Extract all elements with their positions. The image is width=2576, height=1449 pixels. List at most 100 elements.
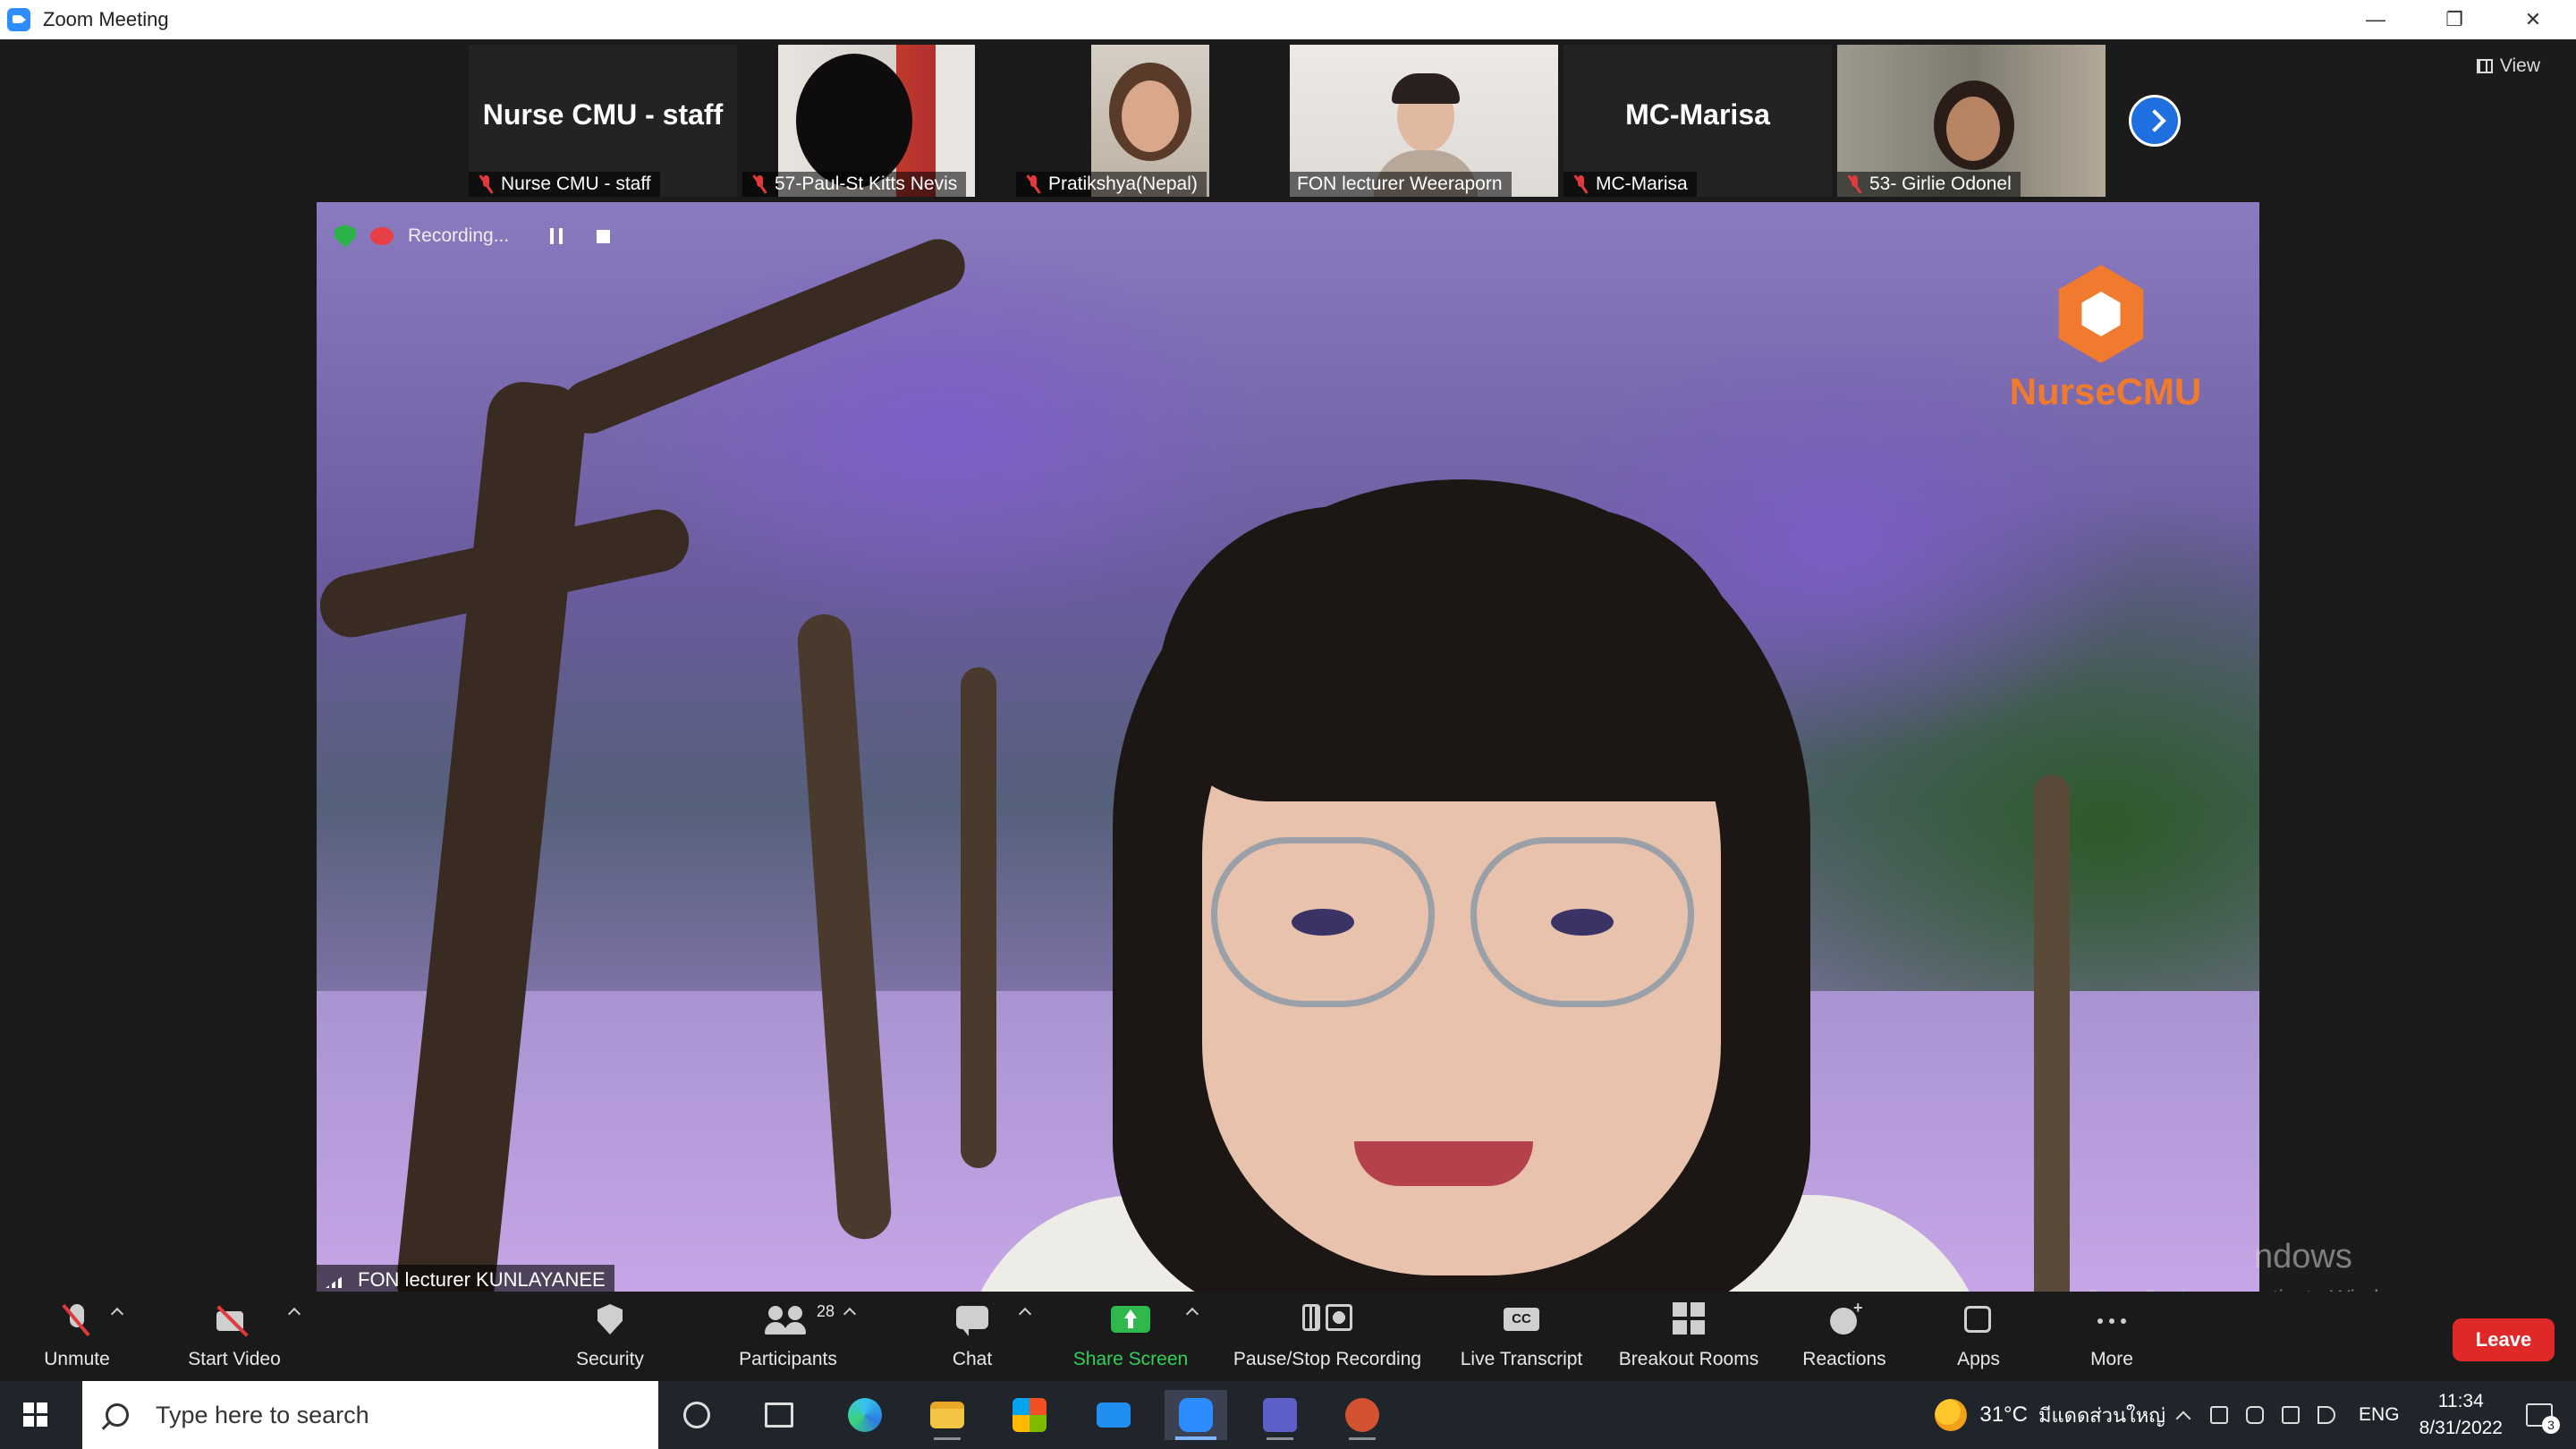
participant-nameplate: FON lecturer Weeraporn bbox=[1290, 172, 1512, 197]
chat-button[interactable]: Chat bbox=[941, 1302, 1032, 1374]
taskbar-clock[interactable]: 11:34 8/31/2022 bbox=[2419, 1388, 2503, 1442]
participants-icon: 28 bbox=[765, 1302, 857, 1342]
apps-label: Apps bbox=[1957, 1349, 2000, 1369]
more-dots-icon bbox=[2090, 1302, 2133, 1342]
apps-button[interactable]: Apps bbox=[1950, 1302, 2007, 1374]
minimize-button[interactable]: — bbox=[2334, 0, 2417, 39]
network-icon[interactable] bbox=[2282, 1406, 2301, 1424]
muted-microphone-icon bbox=[55, 1302, 124, 1342]
powerpoint-icon[interactable] bbox=[1331, 1390, 1394, 1440]
start-video-button[interactable]: Start Video bbox=[179, 1302, 301, 1374]
next-page-arrow-icon[interactable] bbox=[2129, 95, 2181, 147]
participants-label: Participants bbox=[739, 1349, 837, 1369]
live-transcript-label: Live Transcript bbox=[1460, 1349, 1583, 1369]
taskbar-search[interactable] bbox=[82, 1381, 658, 1449]
chat-bubble-icon bbox=[951, 1302, 1032, 1342]
participant-nameplate: 57-Paul-St Kitts Nevis bbox=[742, 172, 967, 197]
task-view-icon[interactable] bbox=[748, 1390, 810, 1440]
zoom-app-icon bbox=[7, 8, 30, 31]
reactions-button[interactable]: Reactions bbox=[1798, 1299, 1891, 1374]
participant-tile[interactable]: Pratikshya(Nepal) bbox=[1016, 45, 1284, 197]
participant-name: 53- Girlie Odonel bbox=[1869, 174, 2012, 194]
participants-count: 28 bbox=[817, 1302, 835, 1320]
recording-indicator: Recording... bbox=[335, 218, 611, 254]
volume-icon[interactable] bbox=[2318, 1406, 2336, 1424]
participant-nameplate: Nurse CMU - staff bbox=[469, 172, 660, 197]
video-off-icon bbox=[213, 1302, 301, 1342]
participant-tile[interactable]: FON lecturer Weeraporn bbox=[1290, 45, 1558, 197]
taskbar-search-input[interactable] bbox=[156, 1401, 657, 1429]
presenter-eye bbox=[1292, 909, 1354, 936]
muted-mic-icon bbox=[479, 175, 492, 193]
apps-icon bbox=[1957, 1302, 2000, 1342]
presenter-mouth bbox=[1354, 1141, 1533, 1186]
audio-options-caret-icon[interactable] bbox=[110, 1307, 124, 1321]
microsoft-store-icon[interactable] bbox=[998, 1390, 1061, 1440]
weather-description[interactable]: มีแดดส่วนใหญ่ bbox=[2038, 1400, 2165, 1431]
breakout-rooms-icon bbox=[1667, 1302, 1710, 1342]
participant-tile[interactable]: 53- Girlie Odonel bbox=[1837, 45, 2106, 197]
zoom-window: Zoom Meeting — ❐ ✕ Nurse CMU - staff Nur… bbox=[0, 0, 2576, 1449]
window-title: Zoom Meeting bbox=[43, 8, 169, 30]
participant-nameplate: 53- Girlie Odonel bbox=[1837, 172, 2021, 197]
restore-button[interactable]: ❐ bbox=[2413, 0, 2496, 39]
meet-now-icon[interactable] bbox=[2210, 1406, 2229, 1424]
close-button[interactable]: ✕ bbox=[2492, 0, 2574, 39]
participant-hair bbox=[1392, 73, 1460, 104]
share-caret-icon[interactable] bbox=[1185, 1307, 1199, 1321]
participant-display-name: MC-Marisa bbox=[1625, 98, 1770, 131]
show-hidden-icons-chevron-icon[interactable] bbox=[2175, 1411, 2191, 1427]
task-view-cortana-icon[interactable] bbox=[665, 1390, 728, 1440]
video-background-branch bbox=[555, 231, 973, 442]
file-explorer-icon[interactable] bbox=[916, 1390, 979, 1440]
participant-name: MC-Marisa bbox=[1596, 174, 1688, 194]
view-label: View bbox=[2499, 55, 2540, 76]
share-screen-label: Share Screen bbox=[1072, 1349, 1189, 1369]
breakout-rooms-button[interactable]: Breakout Rooms bbox=[1614, 1302, 1764, 1374]
logo-text: NurseCMU bbox=[2009, 370, 2202, 412]
live-transcript-button[interactable]: Live Transcript bbox=[1454, 1302, 1589, 1374]
search-icon bbox=[106, 1403, 129, 1427]
battery-icon[interactable] bbox=[2246, 1406, 2265, 1424]
participants-caret-icon[interactable] bbox=[843, 1307, 857, 1321]
notification-center-icon[interactable]: 3 bbox=[2526, 1403, 2560, 1434]
chat-caret-icon[interactable] bbox=[1018, 1307, 1032, 1321]
participants-button[interactable]: 28 Participants bbox=[730, 1302, 857, 1374]
cloud-recording-icon bbox=[370, 227, 394, 245]
participant-nameplate: MC-Marisa bbox=[1563, 172, 1697, 197]
mail-icon[interactable] bbox=[1082, 1390, 1145, 1440]
security-button[interactable]: Security bbox=[567, 1302, 653, 1374]
clock-date: 8/31/2022 bbox=[2419, 1418, 2503, 1438]
video-options-caret-icon[interactable] bbox=[287, 1307, 301, 1321]
input-language[interactable]: ENG bbox=[2359, 1404, 2400, 1426]
video-background-tree bbox=[2034, 775, 2070, 1295]
participant-tile[interactable]: MC-Marisa MC-Marisa bbox=[1563, 45, 1832, 197]
participant-tile[interactable]: Nurse CMU - staff Nurse CMU - staff bbox=[469, 45, 737, 197]
participant-tile[interactable]: 57-Paul-St Kitts Nevis bbox=[742, 45, 1011, 197]
share-screen-button[interactable]: Share Screen bbox=[1066, 1302, 1199, 1374]
participant-face bbox=[1122, 80, 1179, 152]
weather-temperature[interactable]: 31°C bbox=[1979, 1402, 2028, 1428]
active-speaker-video: NurseCMU Recording... FON lecturer KUNLA… bbox=[317, 202, 2259, 1295]
more-label: More bbox=[2090, 1349, 2133, 1369]
chat-label: Chat bbox=[952, 1349, 993, 1369]
windows-start-icon[interactable] bbox=[18, 1397, 54, 1433]
encryption-shield-icon[interactable] bbox=[335, 225, 356, 248]
unmute-button[interactable]: Unmute bbox=[39, 1302, 124, 1374]
meeting-area: Nurse CMU - staff Nurse CMU - staff 57-P… bbox=[0, 39, 2576, 1310]
teams-icon[interactable] bbox=[1249, 1390, 1311, 1440]
zoom-taskbar-icon[interactable] bbox=[1165, 1390, 1227, 1440]
participant-silhouette bbox=[796, 54, 912, 188]
leave-meeting-button[interactable]: Leave bbox=[2453, 1318, 2555, 1361]
more-button[interactable]: More bbox=[2082, 1302, 2141, 1374]
title-bar: Zoom Meeting — ❐ ✕ bbox=[0, 0, 2576, 39]
nursecmu-logo: NurseCMU bbox=[1989, 265, 2222, 417]
edge-browser-icon[interactable] bbox=[834, 1390, 896, 1440]
pause-recording-icon[interactable] bbox=[550, 228, 564, 244]
view-button[interactable]: View bbox=[2476, 55, 2540, 77]
pause-stop-recording-button[interactable]: Pause/Stop Recording bbox=[1224, 1302, 1431, 1374]
weather-sun-icon[interactable] bbox=[1935, 1399, 1968, 1431]
stop-recording-icon[interactable] bbox=[597, 229, 611, 243]
speaker-nameplate: FON lecturer KUNLAYANEE bbox=[317, 1265, 614, 1295]
pause-stop-recording-label: Pause/Stop Recording bbox=[1233, 1349, 1422, 1369]
